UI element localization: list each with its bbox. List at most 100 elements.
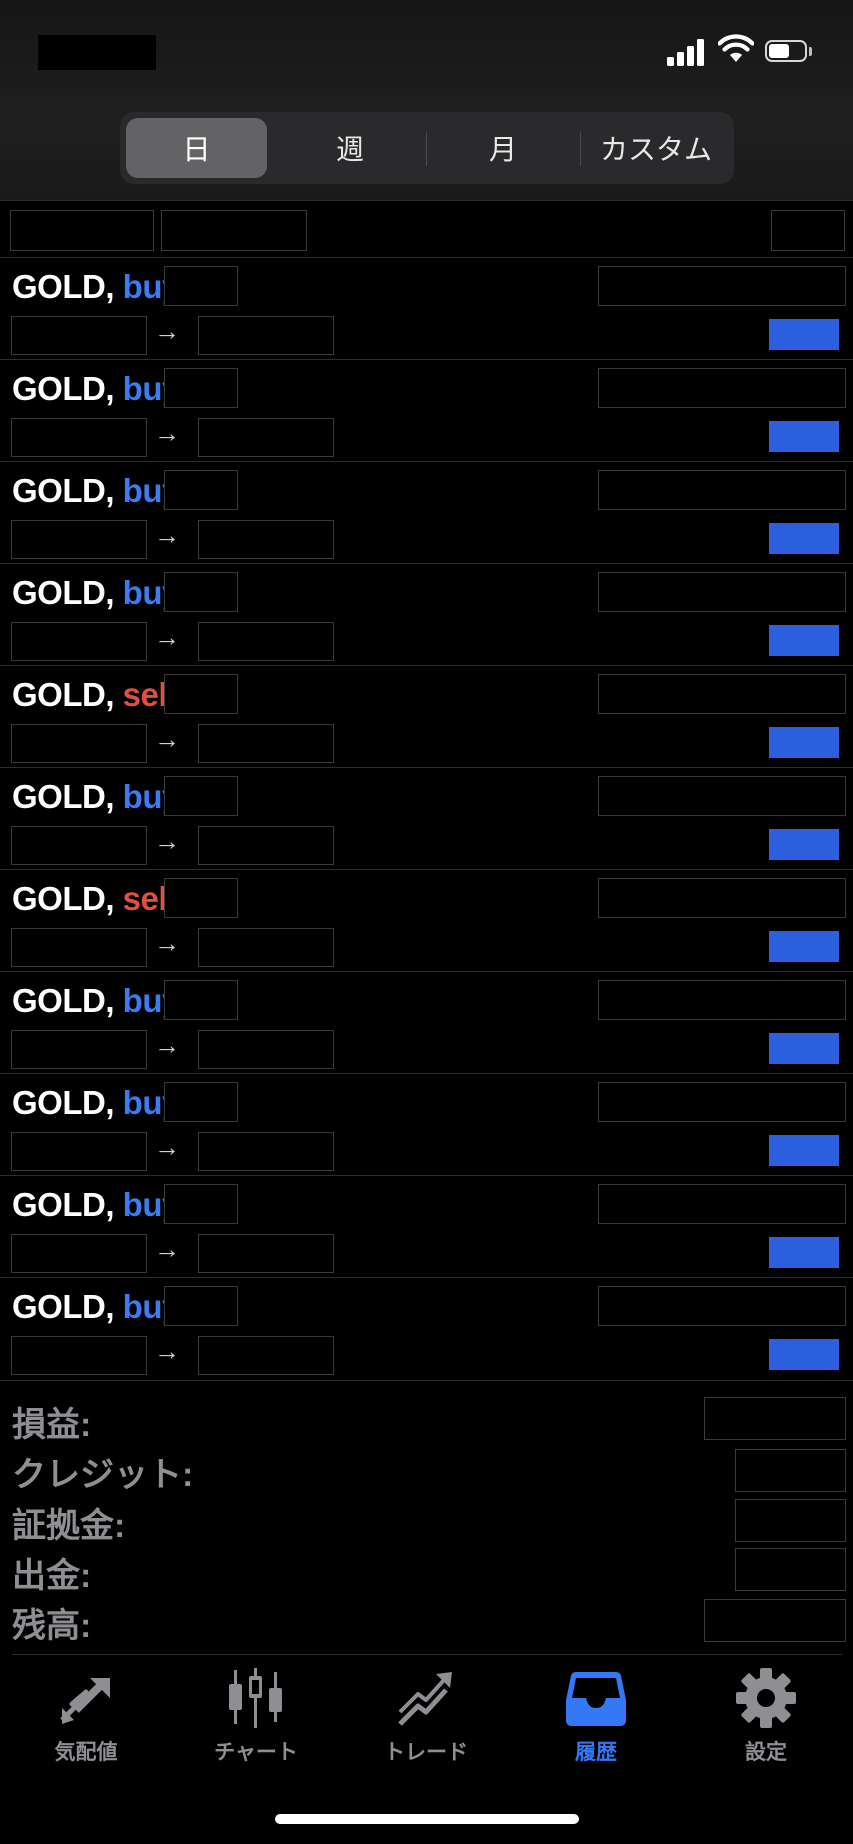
redacted-withdrawal-value bbox=[735, 1548, 846, 1591]
candlestick-chart-icon bbox=[229, 1668, 282, 1728]
redacted-open-price bbox=[11, 826, 147, 865]
trade-title: GOLD, buy bbox=[12, 1186, 180, 1224]
redacted-open-price bbox=[11, 928, 147, 967]
arrow-right-icon: → bbox=[154, 928, 180, 958]
redacted-time bbox=[598, 572, 846, 612]
profit-badge bbox=[769, 829, 839, 860]
trade-row[interactable]: GOLD, buy → bbox=[0, 971, 853, 1074]
summary-balance-label: 残高: bbox=[12, 1607, 92, 1645]
separator: , bbox=[105, 370, 114, 407]
redacted-time bbox=[598, 980, 846, 1020]
tab-day[interactable]: 日 bbox=[126, 118, 267, 178]
tab-label: トレード bbox=[384, 1741, 468, 1764]
trade-row[interactable]: GOLD, buy → bbox=[0, 563, 853, 666]
arrow-right-icon: → bbox=[154, 1030, 180, 1060]
redacted-time bbox=[598, 266, 846, 306]
trade-title: GOLD, sell bbox=[12, 880, 176, 918]
tab-history[interactable]: 履歴 bbox=[536, 1668, 656, 1778]
tab-quotes[interactable]: 気配値 bbox=[26, 1668, 146, 1778]
arrow-right-icon: → bbox=[154, 316, 180, 346]
redacted-time bbox=[598, 1184, 846, 1224]
redacted-close-price bbox=[198, 316, 334, 355]
redacted-volume bbox=[164, 1082, 238, 1122]
separator: , bbox=[105, 1288, 114, 1325]
list-divider bbox=[0, 1380, 853, 1381]
arrow-right-icon: → bbox=[154, 1336, 180, 1366]
profit-badge bbox=[769, 1237, 839, 1268]
redacted-volume bbox=[164, 674, 238, 714]
arrow-right-icon: → bbox=[154, 1132, 180, 1162]
redacted-open-price bbox=[11, 1132, 147, 1171]
separator: , bbox=[105, 472, 114, 509]
redacted-open-price bbox=[11, 724, 147, 763]
redacted-close-price bbox=[198, 520, 334, 559]
separator: , bbox=[105, 1186, 114, 1223]
trade-row[interactable]: GOLD, buy → bbox=[0, 359, 853, 462]
trade-row[interactable]: GOLD, sell → bbox=[0, 665, 853, 768]
trade-row[interactable]: GOLD, buy → bbox=[0, 257, 853, 360]
summary-withdrawal-label: 出金: bbox=[12, 1557, 92, 1595]
tab-settings[interactable]: 設定 bbox=[706, 1668, 826, 1778]
arrow-right-icon: → bbox=[154, 520, 180, 550]
tab-custom[interactable]: カスタム bbox=[581, 118, 731, 178]
separator: , bbox=[105, 268, 114, 305]
redacted-volume bbox=[164, 878, 238, 918]
profit-badge bbox=[769, 1033, 839, 1064]
redacted-close-price bbox=[198, 418, 334, 457]
summary-margin-label: 証拠金: bbox=[12, 1507, 126, 1545]
tab-week[interactable]: 週 bbox=[275, 118, 425, 178]
redacted-volume bbox=[164, 1286, 238, 1326]
tab-label: チャート bbox=[214, 1741, 298, 1764]
arrow-right-icon: → bbox=[154, 826, 180, 856]
battery-icon bbox=[765, 40, 813, 64]
status-time-redacted bbox=[38, 35, 156, 70]
settings-gear-icon bbox=[736, 1668, 796, 1728]
profit-badge bbox=[769, 931, 839, 962]
trade-title: GOLD, buy bbox=[12, 1084, 180, 1122]
redacted-close-price bbox=[198, 1132, 334, 1171]
redacted-volume bbox=[164, 1184, 238, 1224]
trade-title: GOLD, buy bbox=[12, 982, 180, 1020]
trade-row[interactable]: GOLD, buy → bbox=[0, 1175, 853, 1278]
summary-profit-label: 損益: bbox=[12, 1406, 92, 1444]
redacted-volume bbox=[164, 368, 238, 408]
redacted-time bbox=[598, 1286, 846, 1326]
trade-row[interactable]: GOLD, buy → bbox=[0, 461, 853, 564]
tabbar-divider bbox=[12, 1654, 842, 1655]
redacted-open-price bbox=[11, 622, 147, 661]
redacted-field bbox=[161, 210, 307, 251]
arrow-right-icon: → bbox=[154, 622, 180, 652]
redacted-open-price bbox=[11, 1336, 147, 1375]
tab-chart[interactable]: チャート bbox=[196, 1668, 316, 1778]
summary-credit-label: クレジット: bbox=[12, 1456, 194, 1494]
redacted-close-price bbox=[198, 1030, 334, 1069]
redacted-profit-value bbox=[704, 1397, 846, 1440]
redacted-volume bbox=[164, 980, 238, 1020]
trade-row[interactable]: GOLD, buy → bbox=[0, 1277, 853, 1380]
trade-row[interactable]: GOLD, buy → bbox=[0, 1073, 853, 1176]
header: 日 週 月 カスタム bbox=[0, 0, 853, 201]
tab-label: 設定 bbox=[745, 1741, 787, 1764]
trade-title: GOLD, buy bbox=[12, 370, 180, 408]
symbol: GOLD bbox=[12, 574, 106, 611]
redacted-volume bbox=[164, 776, 238, 816]
trade-row[interactable]: GOLD, buy → bbox=[0, 767, 853, 870]
tab-trade[interactable]: トレード bbox=[366, 1668, 486, 1778]
wifi-icon bbox=[718, 34, 754, 62]
separator: , bbox=[105, 676, 114, 713]
symbol: GOLD bbox=[12, 1084, 106, 1121]
trade-row[interactable]: GOLD, sell → bbox=[0, 869, 853, 972]
symbol: GOLD bbox=[12, 268, 106, 305]
symbol: GOLD bbox=[12, 370, 106, 407]
symbol: GOLD bbox=[12, 982, 106, 1019]
arrow-right-icon: → bbox=[154, 1234, 180, 1264]
redacted-time bbox=[598, 878, 846, 918]
separator: , bbox=[105, 880, 114, 917]
redacted-close-price bbox=[198, 826, 334, 865]
profit-badge bbox=[769, 319, 839, 350]
redacted-time bbox=[598, 776, 846, 816]
separator: , bbox=[105, 778, 114, 815]
home-indicator[interactable] bbox=[275, 1814, 579, 1824]
tab-month[interactable]: 月 bbox=[427, 118, 579, 178]
profit-badge bbox=[769, 727, 839, 758]
